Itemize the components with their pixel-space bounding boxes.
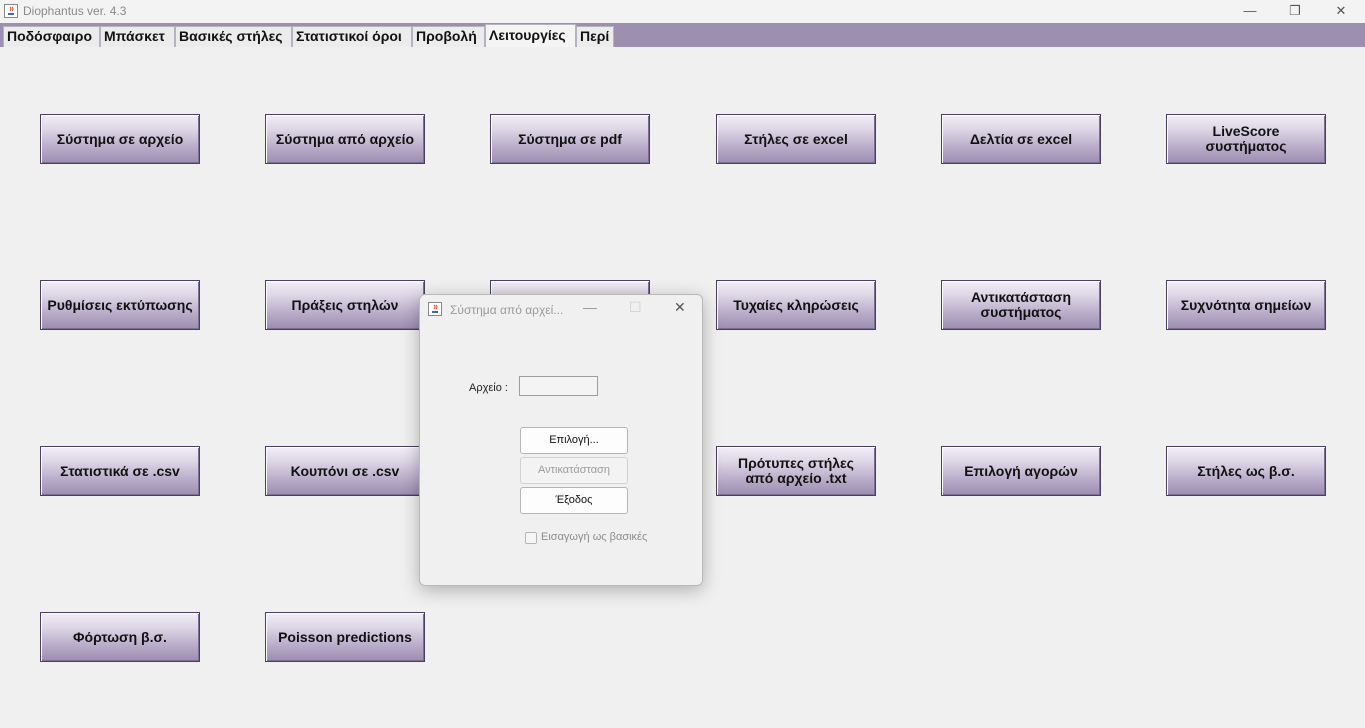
exit-button[interactable]: Έξοδος xyxy=(520,487,628,514)
tab-basketball[interactable]: Μπάσκετ xyxy=(100,26,175,47)
dialog-close-icon[interactable]: ✕ xyxy=(674,299,686,316)
tab-functions[interactable]: Λειτουργίες xyxy=(485,24,576,47)
select-file-button[interactable]: Επιλογή... xyxy=(520,427,628,454)
file-label: Αρχείο : xyxy=(469,382,508,394)
column-operations-button[interactable]: Πράξεις στηλών xyxy=(265,280,425,330)
window-title: Diophantus ver. 4.3 xyxy=(23,4,127,18)
java-cup-icon xyxy=(4,4,18,18)
statistics-to-csv-button[interactable]: Στατιστικά σε .csv xyxy=(40,446,200,496)
poisson-predictions-button[interactable]: Poisson predictions xyxy=(265,612,425,662)
maximize-icon[interactable]: ❐ xyxy=(1272,0,1318,23)
system-to-pdf-button[interactable]: Σύστημα σε pdf xyxy=(490,114,650,164)
system-from-file-dialog: Σύστημα από αρχεί... — ☐ ✕ Αρχείο : Επιλ… xyxy=(419,294,703,586)
print-settings-button[interactable]: Ρυθμίσεις εκτύπωσης xyxy=(40,280,200,330)
close-icon[interactable]: ✕ xyxy=(1318,0,1364,23)
system-replacement-button[interactable]: Αντικατάσταση συστήματος xyxy=(941,280,1101,330)
replace-button[interactable]: Αντικατάσταση xyxy=(520,457,628,484)
tab-football[interactable]: Ποδόσφαιρο xyxy=(3,26,100,47)
minimize-icon[interactable]: — xyxy=(1227,0,1273,23)
market-selection-button[interactable]: Επιλογή αγορών xyxy=(941,446,1101,496)
columns-to-excel-button[interactable]: Στήλες σε excel xyxy=(716,114,876,164)
load-basic-columns-button[interactable]: Φόρτωση β.σ. xyxy=(40,612,200,662)
title-bar: Diophantus ver. 4.3 — ❐ ✕ xyxy=(0,0,1365,23)
tab-basic-columns[interactable]: Βασικές στήλες xyxy=(175,26,292,47)
menu-tab-bar: Ποδόσφαιρο Μπάσκετ Βασικές στήλες Στατισ… xyxy=(0,23,1365,47)
tab-about[interactable]: Περί xyxy=(576,26,614,47)
import-as-basic-label: Εισαγωγή ως βασικές xyxy=(541,531,648,543)
dialog-title: Σύστημα από αρχεί... xyxy=(450,303,564,317)
file-path-field[interactable] xyxy=(519,376,598,396)
coupon-to-csv-button[interactable]: Κουπόνι σε .csv xyxy=(265,446,425,496)
coupons-to-excel-button[interactable]: Δελτία σε excel xyxy=(941,114,1101,164)
tab-view[interactable]: Προβολή xyxy=(412,26,485,47)
livescore-system-button[interactable]: LiveScore συστήματος xyxy=(1166,114,1326,164)
random-draws-button[interactable]: Τυχαίες κληρώσεις xyxy=(716,280,876,330)
system-to-file-button[interactable]: Σύστημα σε αρχείο xyxy=(40,114,200,164)
columns-as-basic-button[interactable]: Στήλες ως β.σ. xyxy=(1166,446,1326,496)
system-from-file-button[interactable]: Σύστημα από αρχείο xyxy=(265,114,425,164)
import-as-basic-checkbox[interactable] xyxy=(525,532,537,544)
dialog-maximize-icon: ☐ xyxy=(629,299,642,315)
tab-statistical-terms[interactable]: Στατιστικοί όροι xyxy=(292,26,412,47)
points-frequency-button[interactable]: Συχνότητα σημείων xyxy=(1166,280,1326,330)
dialog-minimize-icon[interactable]: — xyxy=(583,299,597,315)
java-cup-icon xyxy=(428,302,442,316)
template-columns-from-txt-button[interactable]: Πρότυπες στήλες από αρχείο .txt xyxy=(716,446,876,496)
